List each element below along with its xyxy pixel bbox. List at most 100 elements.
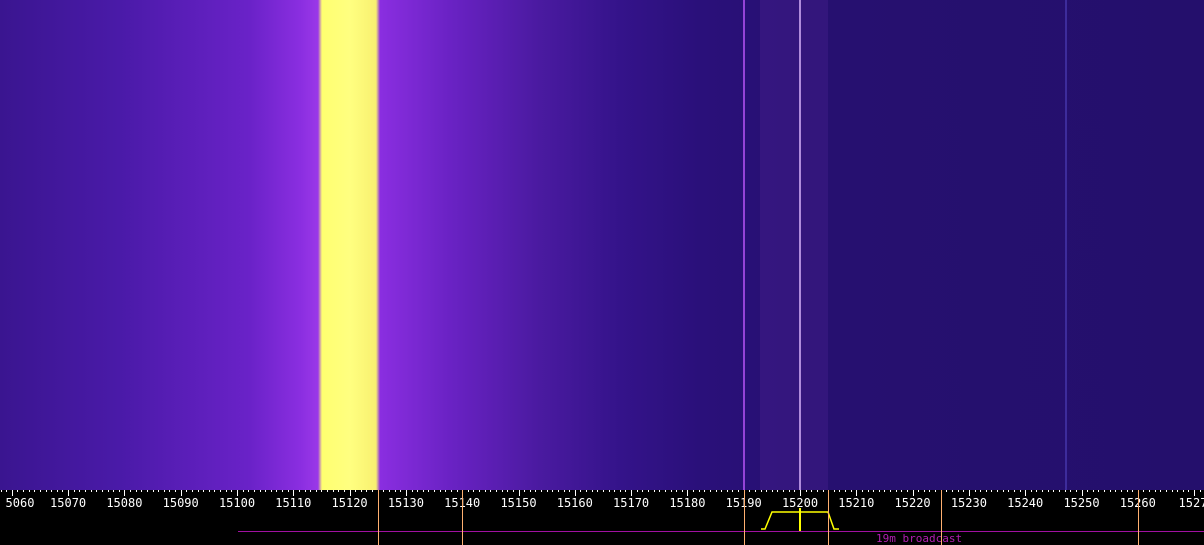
minor-tick — [1149, 490, 1151, 492]
minor-tick — [535, 490, 537, 492]
minor-tick — [822, 490, 824, 492]
minor-tick — [918, 490, 920, 492]
minor-tick — [366, 490, 368, 492]
minor-tick — [541, 490, 543, 492]
minor-tick — [738, 490, 740, 492]
minor-tick — [90, 490, 92, 492]
passband-indicator[interactable] — [755, 508, 845, 532]
minor-tick — [811, 490, 813, 492]
minor-tick — [467, 490, 469, 492]
minor-tick — [614, 490, 616, 492]
minor-tick — [788, 490, 790, 492]
minor-tick — [130, 490, 132, 492]
minor-tick — [332, 490, 334, 492]
minor-tick — [214, 490, 216, 492]
minor-tick — [158, 490, 160, 492]
minor-tick — [974, 490, 976, 492]
minor-tick — [282, 490, 284, 492]
minor-tick — [760, 490, 762, 492]
minor-tick — [327, 490, 329, 492]
minor-tick — [873, 490, 875, 492]
band-marker[interactable] — [940, 490, 942, 545]
waterfall-noise — [0, 0, 1204, 490]
minor-tick — [394, 490, 396, 492]
frequency-scale[interactable]: 5060 15070 15080 15090 15100 15110 15120 15130 1… — [0, 490, 1204, 545]
waterfall-display[interactable] — [0, 0, 1204, 490]
carrier-line — [1065, 0, 1067, 490]
minor-tick — [146, 490, 148, 492]
minor-tick — [23, 490, 25, 492]
minor-tick — [923, 490, 925, 492]
minor-tick — [422, 490, 424, 492]
minor-tick — [1058, 490, 1060, 492]
minor-tick — [901, 490, 903, 492]
minor-tick — [946, 490, 948, 492]
minor-tick — [546, 490, 548, 492]
minor-tick — [895, 490, 897, 492]
minor-tick — [726, 490, 728, 492]
minor-tick — [676, 490, 678, 492]
minor-tick — [473, 490, 475, 492]
minor-tick — [107, 490, 109, 492]
minor-tick — [73, 490, 75, 492]
minor-tick — [552, 490, 554, 492]
minor-tick — [163, 490, 165, 492]
minor-tick — [186, 490, 188, 492]
minor-tick — [175, 490, 177, 492]
minor-tick — [276, 490, 278, 492]
minor-tick — [1115, 490, 1117, 492]
minor-tick — [833, 490, 835, 492]
frequency-label: 15080 — [106, 496, 143, 510]
minor-tick — [56, 490, 58, 492]
band-marker[interactable] — [743, 490, 745, 545]
minor-tick — [191, 490, 193, 492]
minor-tick — [766, 490, 768, 492]
minor-tick — [1053, 490, 1055, 492]
minor-tick — [1120, 490, 1122, 492]
minor-tick — [39, 490, 41, 492]
minor-tick — [208, 490, 210, 492]
minor-tick — [749, 490, 751, 492]
minor-tick — [1002, 490, 1004, 492]
minor-tick — [1182, 490, 1184, 492]
signal-band — [760, 0, 828, 490]
band-marker[interactable] — [462, 490, 464, 545]
frequency-label: 15230 — [950, 496, 987, 510]
minor-tick — [1019, 490, 1021, 492]
minor-tick — [991, 490, 993, 492]
minor-tick — [231, 490, 233, 492]
minor-tick — [816, 490, 818, 492]
minor-tick — [985, 490, 987, 492]
minor-tick — [636, 490, 638, 492]
minor-tick — [51, 490, 53, 492]
minor-tick — [1042, 490, 1044, 492]
band-marker[interactable] — [828, 490, 830, 545]
minor-tick — [619, 490, 621, 492]
frequency-label: 15150 — [500, 496, 537, 510]
minor-tick — [754, 490, 756, 492]
band-marker[interactable] — [377, 490, 379, 545]
band-marker[interactable] — [1137, 490, 1139, 545]
minor-tick — [512, 490, 514, 492]
minor-tick — [597, 490, 599, 492]
minor-tick — [963, 490, 965, 492]
minor-tick — [861, 490, 863, 492]
minor-tick — [197, 490, 199, 492]
frequency-label: 15170 — [613, 496, 650, 510]
minor-tick — [1036, 490, 1038, 492]
minor-tick — [839, 490, 841, 492]
minor-tick — [659, 490, 661, 492]
minor-tick — [101, 490, 103, 492]
minor-tick — [721, 490, 723, 492]
minor-tick — [1126, 490, 1128, 492]
minor-tick — [1154, 490, 1156, 492]
frequency-label: 15250 — [1063, 496, 1100, 510]
minor-tick — [997, 490, 999, 492]
minor-tick — [771, 490, 773, 492]
minor-tick — [203, 490, 205, 492]
frequency-label: 15160 — [556, 496, 593, 510]
frequency-label: 5060 — [5, 496, 35, 510]
minor-tick — [34, 490, 36, 492]
minor-tick — [372, 490, 374, 492]
minor-tick — [1143, 490, 1145, 492]
